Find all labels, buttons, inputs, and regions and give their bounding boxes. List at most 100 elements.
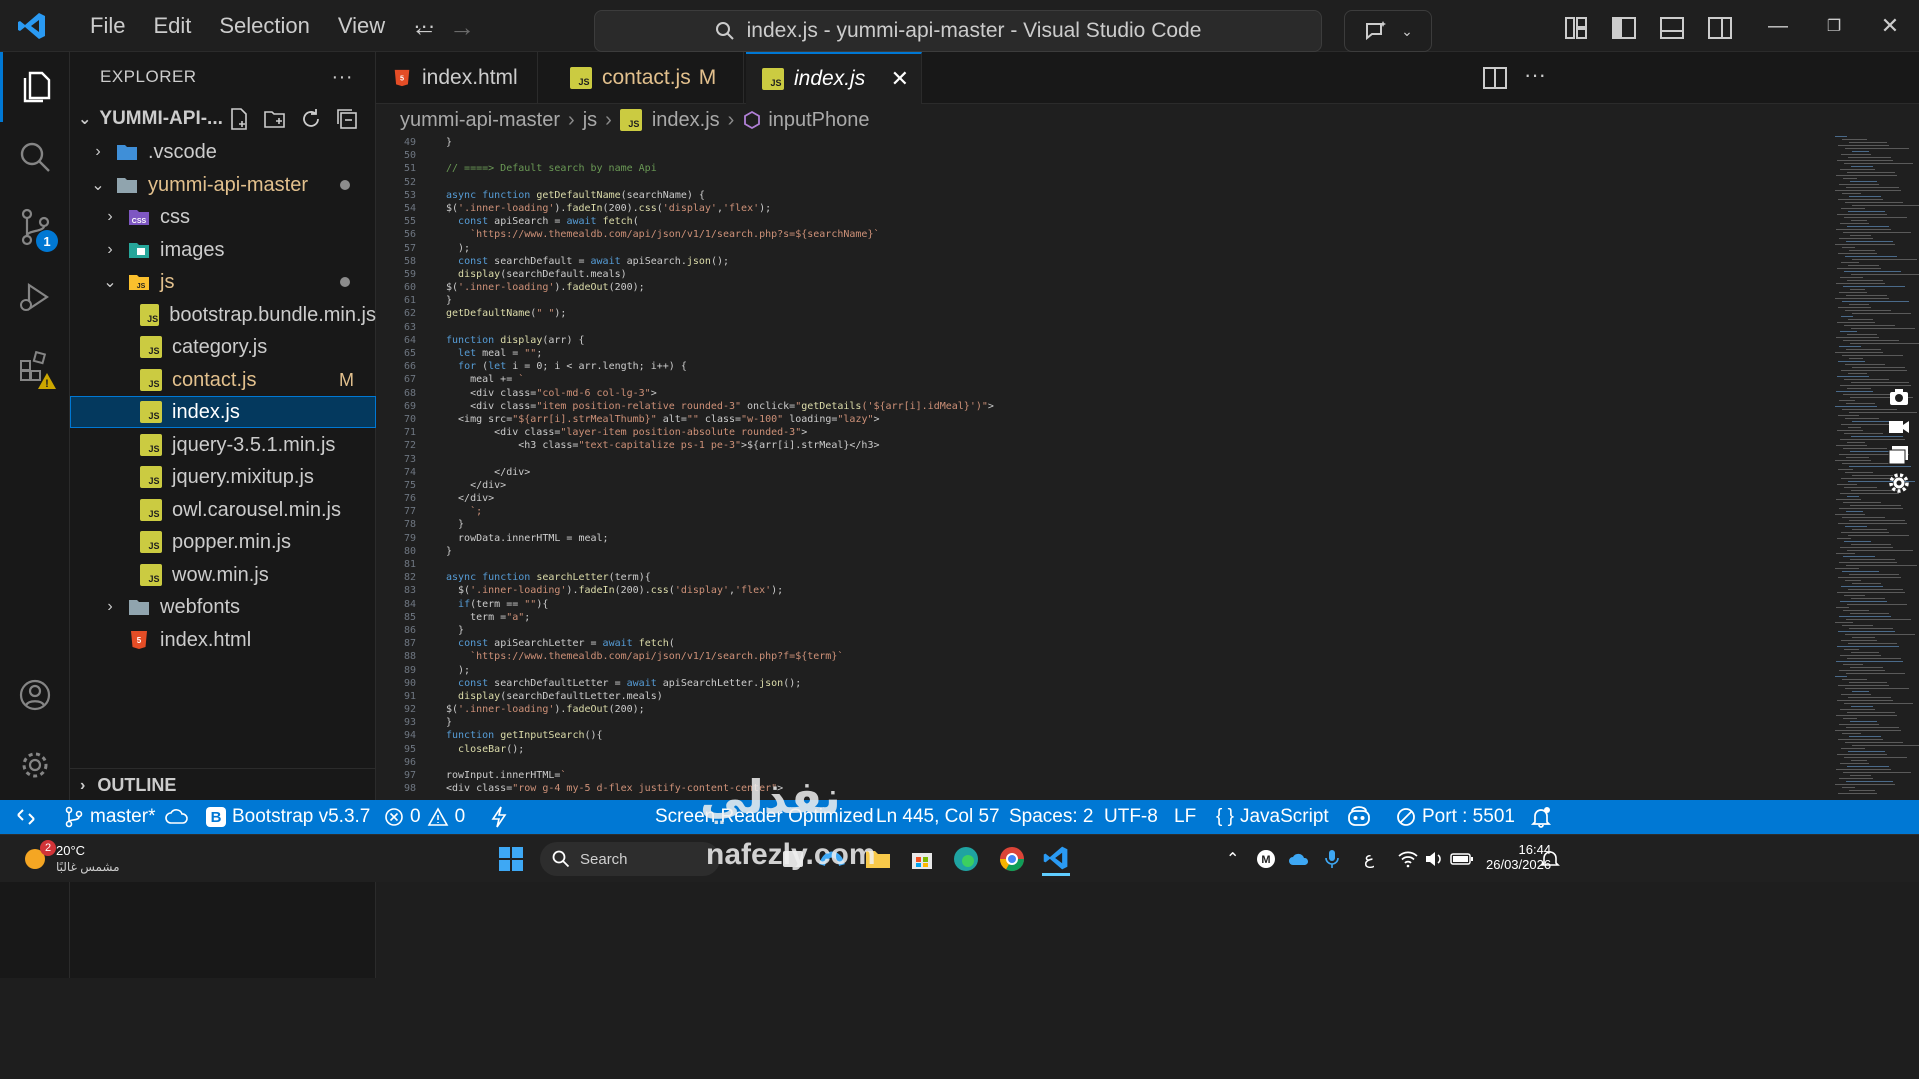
copilot-button[interactable]: ⌄ (1344, 10, 1432, 52)
gear-icon[interactable] (1888, 472, 1910, 494)
camera-icon[interactable] (1888, 386, 1910, 408)
chevron-up-icon[interactable]: ⌃ (1226, 842, 1239, 876)
problems-indicator[interactable]: 0 0 (384, 800, 465, 834)
code-line: const searchDefault = await apiSearch.js… (458, 255, 730, 267)
taskbar-app-cloud[interactable] (780, 842, 808, 876)
code-line: if(term == ""){ (458, 598, 549, 610)
tab-contact-js[interactable]: JS contact.js M (554, 52, 744, 104)
outline-section[interactable]: › OUTLINE (70, 768, 376, 802)
breadcrumb-item[interactable]: index.js (652, 109, 720, 132)
tray-onedrive[interactable] (1288, 842, 1310, 876)
end-of-line[interactable]: LF (1174, 800, 1196, 834)
tree-item-yummi-api-master[interactable]: ⌄ yummi-api-master (70, 169, 376, 201)
taskbar-search[interactable]: Search (540, 842, 720, 876)
run-debug-activity[interactable] (0, 262, 70, 332)
restore-icon[interactable]: ❐ (1806, 0, 1862, 52)
tree-item-index-js[interactable]: JS index.js (70, 396, 376, 428)
indentation[interactable]: Spaces: 2 (1009, 800, 1094, 834)
code-lines: } // ====> Default search by name Api as… (446, 136, 1446, 795)
back-arrow-icon[interactable]: ← (404, 12, 444, 43)
manage-activity[interactable] (0, 730, 70, 800)
breadcrumb-item[interactable]: yummi-api-master (400, 109, 560, 132)
tray-wifi[interactable] (1398, 842, 1418, 876)
weather-widget[interactable]: 2 20°C مشمس غالبًا (20, 840, 120, 876)
tab-index-js[interactable]: JS index.js ✕ (746, 52, 922, 104)
workspace-root[interactable]: ⌄ YUMMI-API-... (70, 102, 375, 136)
notification-center[interactable] (1540, 842, 1560, 876)
menu-file[interactable]: File (76, 0, 139, 52)
more-actions-icon[interactable]: ··· (332, 66, 353, 89)
breadcrumb-item[interactable]: inputPhone (768, 109, 869, 132)
tree-item-vscode[interactable]: › .vscode (70, 136, 376, 168)
notifications[interactable] (1530, 800, 1552, 834)
code-editor[interactable]: 49 50 51 52 53 54 55 56 57 58 59 60 61 62 63 64 65 66 67 68… (376, 136, 1919, 800)
toggle-primary-sidebar-icon[interactable] (1610, 14, 1638, 42)
minimap-line (1848, 373, 1867, 374)
tree-item-mixitup[interactable]: JS jquery.mixitup.js (70, 461, 376, 493)
close-icon[interactable]: ✕ (1862, 0, 1918, 52)
explorer-activity[interactable] (0, 52, 70, 122)
minimap-line (1851, 328, 1915, 329)
taskbar-file-explorer[interactable] (864, 842, 892, 876)
screen-icon[interactable] (1888, 444, 1910, 466)
breadcrumb-item[interactable]: js (583, 109, 597, 132)
language-mode[interactable]: { } JavaScript (1216, 800, 1329, 834)
search-activity[interactable] (0, 122, 70, 192)
forward-arrow-icon[interactable]: → (442, 12, 482, 43)
tree-item-contact-js[interactable]: JS contact.js M (70, 364, 376, 396)
extensions-activity[interactable]: ! (0, 332, 70, 402)
tray-battery[interactable] (1450, 842, 1474, 876)
taskbar-vscode[interactable] (1042, 842, 1070, 876)
tree-item-css[interactable]: › CSS css (70, 201, 376, 233)
tree-item-owl-carousel[interactable]: JS owl.carousel.min.js (70, 494, 376, 526)
minimap[interactable] (1831, 136, 1919, 800)
collapse-all-icon[interactable] (335, 107, 359, 131)
toggle-panel-icon[interactable] (1658, 14, 1686, 42)
command-center[interactable]: index.js - yummi-api-master - Visual Stu… (594, 10, 1322, 52)
encoding[interactable]: UTF-8 (1104, 800, 1158, 834)
tray-microphone[interactable] (1324, 842, 1340, 876)
copilot-status[interactable] (1346, 800, 1372, 834)
menu-selection[interactable]: Selection (205, 0, 324, 52)
bootstrap-indicator[interactable]: B Bootstrap v5.3.7 (206, 800, 370, 834)
taskbar-app-copilot[interactable] (818, 842, 846, 876)
tray-volume[interactable] (1424, 842, 1444, 876)
tree-item-jquery[interactable]: JS jquery-3.5.1.min.js (70, 429, 376, 461)
cursor-position[interactable]: Ln 445, Col 57 (876, 800, 1000, 834)
start-button[interactable] (498, 842, 524, 876)
branch-indicator[interactable]: master* (64, 800, 189, 834)
tree-item-webfonts[interactable]: › webfonts (70, 591, 376, 623)
tree-item-js[interactable]: ⌄ JS js (70, 266, 376, 298)
taskbar-store[interactable] (908, 842, 936, 876)
tree-item-index-html[interactable]: 5 index.html (70, 624, 376, 656)
video-icon[interactable] (1888, 416, 1910, 438)
taskbar-chrome[interactable] (998, 842, 1026, 876)
more-actions-icon[interactable]: ··· (1524, 62, 1546, 88)
minimize-icon[interactable]: — (1750, 0, 1806, 52)
live-server-port[interactable]: Port : 5501 (1396, 800, 1515, 834)
toggle-secondary-sidebar-icon[interactable] (1706, 14, 1734, 42)
refresh-icon[interactable] (299, 107, 323, 131)
tree-item-popper[interactable]: JS popper.min.js (70, 526, 376, 558)
lightning-indicator[interactable] (490, 800, 508, 834)
new-file-icon[interactable] (227, 107, 251, 131)
tab-index-html[interactable]: 5 index.html (376, 52, 538, 104)
input-language[interactable]: ع (1364, 842, 1374, 876)
close-tab-icon[interactable]: ✕ (891, 66, 909, 92)
customize-layout-icon[interactable] (1562, 14, 1590, 42)
remote-indicator[interactable] (0, 800, 52, 834)
new-folder-icon[interactable] (263, 107, 287, 131)
onedrive-icon (1289, 853, 1309, 865)
tree-item-category-js[interactable]: JS category.js (70, 331, 376, 363)
split-editor-icon[interactable] (1482, 65, 1508, 91)
tree-item-images[interactable]: › images (70, 234, 376, 266)
tray-malwarebytes[interactable]: M (1256, 842, 1276, 876)
taskbar-edge[interactable] (952, 842, 980, 876)
accounts-activity[interactable] (0, 660, 70, 730)
tree-item-bootstrap-bundle[interactable]: JS bootstrap.bundle.min.js (70, 299, 376, 331)
menu-edit[interactable]: Edit (139, 0, 205, 52)
screen-reader-indicator[interactable]: Screen Reader Optimized (655, 800, 874, 834)
tree-item-wow[interactable]: JS wow.min.js (70, 559, 376, 591)
source-control-activity[interactable]: 1 (0, 192, 70, 262)
menu-view[interactable]: View (324, 0, 399, 52)
